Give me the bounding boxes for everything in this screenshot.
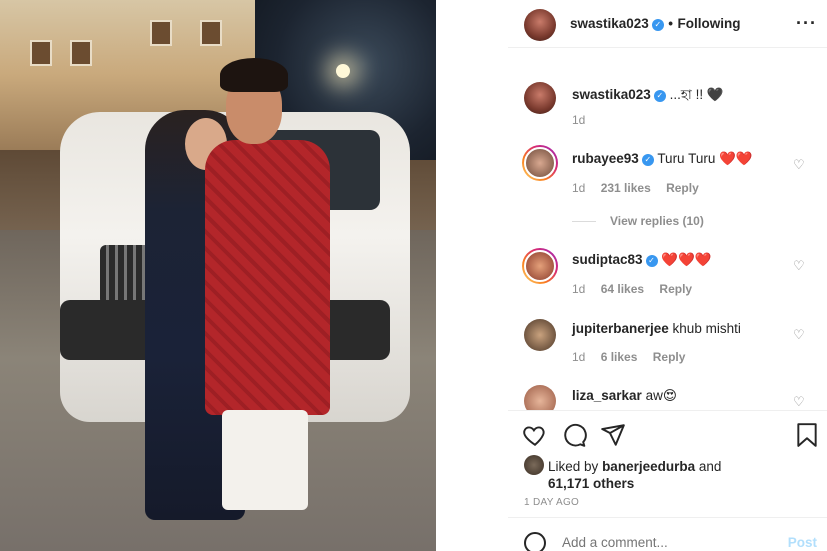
comment-likes[interactable]: 231 likes [601,181,651,195]
caption-avatar[interactable] [524,82,556,114]
share-send-icon[interactable] [600,422,626,448]
comment-row: liza_sarkar aw😍 ♡ [508,384,827,410]
header-title: swastika023 ✓ • Following [570,15,740,33]
more-dots-icon[interactable]: ··· [796,13,817,34]
post-header: swastika023 ✓ • Following ··· [508,0,827,48]
comment-time: 1d [572,282,586,296]
caption-meta: 1d [572,113,597,127]
comment-reply-button[interactable]: Reply [659,282,692,296]
comment-time: 1d [572,181,586,195]
comment-text-line: sudiptac83 ✓ ❤️❤️❤️ [572,252,712,268]
view-replies-button[interactable]: View replies (10) [572,214,704,228]
comment-meta: 1d 6 likes Reply [572,350,697,364]
verified-badge-icon: ✓ [645,255,658,267]
caption-row: swastika023 ✓ ...হা !! 🖤 1d [508,80,827,140]
photo-street-lamp [336,64,350,78]
like-heart-icon[interactable] [522,422,548,448]
photo-window [70,40,92,66]
caption-text-line: swastika023 ✓ ...হা !! 🖤 [572,84,724,107]
comment-row: jupiterbanerjee khub mishti ♡ 1d 6 likes… [508,316,827,376]
comment-like-heart-icon[interactable]: ♡ [793,158,807,172]
comment-username[interactable]: rubayee93 [572,151,639,166]
comment-meta: 1d 231 likes Reply [572,181,711,195]
caption-time: 1d [572,113,586,127]
comment-username[interactable]: liza_sarkar [572,388,642,403]
comment-like-heart-icon[interactable]: ♡ [793,259,807,273]
photo-window [200,20,222,46]
following-button[interactable]: Following [677,16,740,31]
comment-row: rubayee93 ✓ Turu Turu ❤️❤️ ♡ 1d 231 likes… [508,145,827,235]
comment-text: aw😍 [645,388,677,403]
liked-by-avatar [524,455,544,475]
comment-meta: 1d 64 likes Reply [572,282,704,296]
owner-avatar[interactable] [524,9,556,41]
comment-username[interactable]: jupiterbanerjee [572,321,669,336]
comment-username[interactable]: sudiptac83 [572,252,643,267]
comments-list[interactable]: swastika023 ✓ ...হা !! 🖤 1d rubayee93 ✓ Tu… [508,60,827,410]
caption-username[interactable]: swastika023 [572,87,651,102]
bookmark-icon[interactable] [794,422,820,448]
post-timestamp[interactable]: 1 DAY AGO [524,497,579,508]
comment-reply-button[interactable]: Reply [666,181,699,195]
comment-input[interactable] [562,535,762,550]
liked-by-count[interactable]: 61,171 others [548,476,634,491]
comment-text-line: rubayee93 ✓ Turu Turu ❤️❤️ [572,151,753,167]
verified-badge-icon: ✓ [641,154,654,166]
comment-text-line: liza_sarkar aw😍 [572,388,677,404]
separator-dot: • [668,16,673,31]
comment-text: Turu Turu ❤️❤️ [657,151,753,166]
comment-time: 1d [572,350,586,364]
photo-man-pants [222,410,308,510]
view-replies-label: View replies (10) [610,214,704,228]
photo-window [150,20,172,46]
comment-bubble-icon[interactable] [561,422,587,448]
post-comment-button[interactable]: Post [788,535,817,550]
liked-by-user[interactable]: banerjeedurba [602,459,695,474]
photo-man-hair [220,58,288,92]
comment-reply-button[interactable]: Reply [653,350,686,364]
verified-badge-icon: ✓ [651,19,664,31]
comment-avatar[interactable] [524,385,556,410]
photo-man-kurta [205,140,330,415]
comment-likes[interactable]: 6 likes [601,350,638,364]
comment-text: ❤️❤️❤️ [661,252,712,267]
comment-like-heart-icon[interactable]: ♡ [793,395,807,409]
post-side-panel: swastika023 ✓ • Following ··· swastika023… [508,0,827,551]
emoji-icon[interactable] [524,532,546,551]
liked-by-prefix: Liked by [548,459,599,474]
liked-by-summary: Liked by banerjeedurba and 61,171 others [524,455,721,492]
photo-window [30,40,52,66]
comment-likes[interactable]: 64 likes [601,282,644,296]
owner-username[interactable]: swastika023 [570,16,649,31]
verified-badge-icon: ✓ [653,90,666,102]
post-actions: Liked by banerjeedurba and 61,171 others… [508,410,827,516]
post-photo[interactable] [0,0,436,551]
comment-row: sudiptac83 ✓ ❤️❤️❤️ ♡ 1d 64 likes Reply [508,246,827,306]
replies-line [572,221,596,223]
caption-text: ...হা !! 🖤 [669,87,724,102]
comment-avatar[interactable] [522,248,558,284]
comment-text: khub mishti [672,321,741,336]
liked-by-and: and [698,459,722,474]
comment-text-line: jupiterbanerjee khub mishti [572,321,741,336]
add-comment-bar: Post [508,517,827,551]
comment-avatar[interactable] [524,319,556,351]
comment-avatar[interactable] [522,145,558,181]
comment-like-heart-icon[interactable]: ♡ [793,328,807,342]
